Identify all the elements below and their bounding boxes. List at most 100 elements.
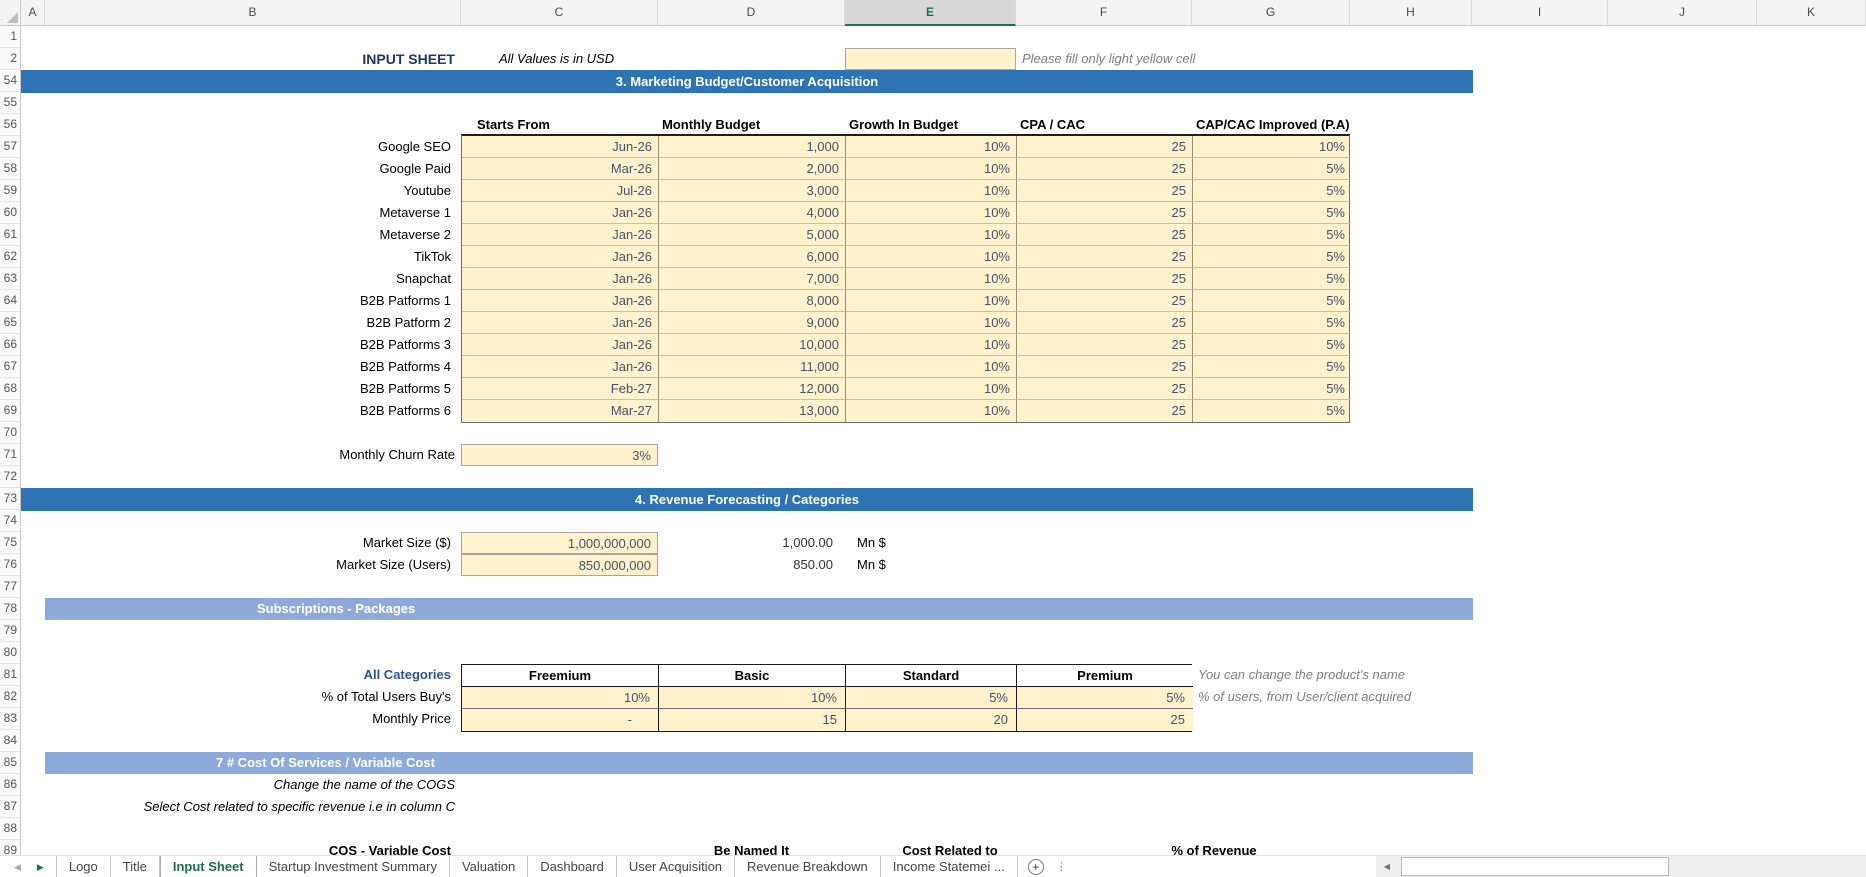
sheet-tab-income-statemei[interactable]: Income Statemei ... [881, 856, 1018, 877]
input-cell-monthly_budget[interactable]: 12,000 [659, 378, 846, 400]
row-header-61[interactable]: 61 [0, 224, 21, 246]
input-cell-growth[interactable]: 10% [846, 180, 1017, 202]
row-header-89[interactable]: 89 [0, 840, 21, 855]
input-cell-cac_improved[interactable]: 5% [1193, 202, 1351, 224]
sheet-tab-title[interactable]: Title [111, 856, 160, 877]
scroll-left-icon[interactable]: ◀ [1380, 856, 1394, 877]
column-header-H[interactable]: H [1350, 0, 1472, 26]
input-cell-growth[interactable]: 10% [846, 202, 1017, 224]
input-cell-cpa_cac[interactable]: 25 [1017, 312, 1193, 334]
column-header-F[interactable]: F [1016, 0, 1192, 26]
row-header-55[interactable]: 55 [0, 92, 21, 114]
input-cell-starts_from[interactable]: Jan-26 [462, 356, 659, 378]
input-cell-monthly_budget[interactable]: 9,000 [659, 312, 846, 334]
input-cell-starts_from[interactable]: Jul-26 [462, 180, 659, 202]
row-header-1[interactable]: 1 [0, 26, 21, 48]
input-cell-monthly_budget[interactable]: 3,000 [659, 180, 846, 202]
input-cell-starts_from[interactable]: Feb-27 [462, 378, 659, 400]
row-header-75[interactable]: 75 [0, 532, 21, 554]
package-col-header[interactable]: Premium [1017, 665, 1193, 687]
input-cell-cpa_cac[interactable]: 25 [1017, 180, 1193, 202]
row-header-68[interactable]: 68 [0, 378, 21, 400]
row-header-80[interactable]: 80 [0, 642, 21, 664]
input-cell-growth[interactable]: 10% [846, 312, 1017, 334]
input-cell-cpa_cac[interactable]: 25 [1017, 334, 1193, 356]
package-input-cell[interactable]: 20 [846, 709, 1017, 731]
input-cell-growth[interactable]: 10% [846, 158, 1017, 180]
row-header-69[interactable]: 69 [0, 400, 21, 422]
row-header-59[interactable]: 59 [0, 180, 21, 202]
input-cell-monthly_budget[interactable]: 4,000 [659, 202, 846, 224]
input-cell-cpa_cac[interactable]: 25 [1017, 356, 1193, 378]
row-header-70[interactable]: 70 [0, 422, 21, 444]
sheet-tab-user-acquisition[interactable]: User Acquisition [617, 856, 736, 877]
row-header-64[interactable]: 64 [0, 290, 21, 312]
package-input-cell[interactable]: 10% [462, 687, 659, 709]
row-header-57[interactable]: 57 [0, 136, 21, 158]
input-cell-growth[interactable]: 10% [846, 400, 1017, 422]
input-cell-cac_improved[interactable]: 5% [1193, 180, 1351, 202]
input-cell-cac_improved[interactable]: 5% [1193, 356, 1351, 378]
input-cell-monthly_budget[interactable]: 7,000 [659, 268, 846, 290]
input-cell-cac_improved[interactable]: 5% [1193, 334, 1351, 356]
input-cell-cpa_cac[interactable]: 25 [1017, 158, 1193, 180]
row-header-84[interactable]: 84 [0, 730, 21, 752]
input-cell-starts_from[interactable]: Jan-26 [462, 202, 659, 224]
row-header-83[interactable]: 83 [0, 708, 21, 730]
row-header-78[interactable]: 78 [0, 598, 21, 620]
input-cell-cac_improved[interactable]: 5% [1193, 224, 1351, 246]
input-cell-cpa_cac[interactable]: 25 [1017, 400, 1193, 422]
input-cell-growth[interactable]: 10% [846, 334, 1017, 356]
row-header-81[interactable]: 81 [0, 664, 21, 686]
row-header-67[interactable]: 67 [0, 356, 21, 378]
usd-input-cell[interactable] [845, 48, 1016, 70]
input-cell-growth[interactable]: 10% [846, 136, 1017, 158]
input-cell-monthly_budget[interactable]: 13,000 [659, 400, 846, 422]
row-header-54[interactable]: 54 [0, 70, 21, 92]
input-cell-growth[interactable]: 10% [846, 246, 1017, 268]
row-header-87[interactable]: 87 [0, 796, 21, 818]
column-header-E[interactable]: E [845, 0, 1016, 26]
input-cell-cac_improved[interactable]: 5% [1193, 400, 1351, 422]
input-cell-growth[interactable]: 10% [846, 224, 1017, 246]
row-header-82[interactable]: 82 [0, 686, 21, 708]
row-header-77[interactable]: 77 [0, 576, 21, 598]
row-header-74[interactable]: 74 [0, 510, 21, 532]
input-cell-monthly_budget[interactable]: 10,000 [659, 334, 846, 356]
select-all-corner[interactable] [0, 0, 21, 26]
row-header-63[interactable]: 63 [0, 268, 21, 290]
input-cell-monthly_budget[interactable]: 8,000 [659, 290, 846, 312]
row-header-62[interactable]: 62 [0, 246, 21, 268]
row-header-86[interactable]: 86 [0, 774, 21, 796]
column-header-B[interactable]: B [45, 0, 461, 26]
input-cell-cpa_cac[interactable]: 25 [1017, 224, 1193, 246]
row-header-79[interactable]: 79 [0, 620, 21, 642]
row-header-85[interactable]: 85 [0, 752, 21, 774]
input-cell-growth[interactable]: 10% [846, 356, 1017, 378]
row-header-88[interactable]: 88 [0, 818, 21, 840]
input-cell-cpa_cac[interactable]: 25 [1017, 290, 1193, 312]
input-cell-starts_from[interactable]: Jan-26 [462, 268, 659, 290]
input-cell-monthly_budget[interactable]: 6,000 [659, 246, 846, 268]
row-header-65[interactable]: 65 [0, 312, 21, 334]
tabs-scroll-right-icon[interactable]: ▶ [37, 856, 44, 877]
column-header-D[interactable]: D [658, 0, 845, 26]
sheet-tab-dashboard[interactable]: Dashboard [528, 856, 617, 877]
sheet-tab-revenue-breakdown[interactable]: Revenue Breakdown [735, 856, 881, 877]
input-cell-starts_from[interactable]: Jan-26 [462, 312, 659, 334]
input-cell-cpa_cac[interactable]: 25 [1017, 378, 1193, 400]
package-input-cell[interactable]: - [462, 709, 659, 731]
package-input-cell[interactable]: 15 [659, 709, 846, 731]
input-cell-starts_from[interactable]: Jan-26 [462, 224, 659, 246]
package-input-cell[interactable]: 5% [1017, 687, 1193, 709]
row-header-56[interactable]: 56 [0, 114, 21, 136]
input-cell-cac_improved[interactable]: 10% [1193, 136, 1351, 158]
input-cell-monthly_budget[interactable]: 11,000 [659, 356, 846, 378]
input-cell-monthly_budget[interactable]: 1,000 [659, 136, 846, 158]
row-header-2[interactable]: 2 [0, 48, 21, 70]
horizontal-scrollbar[interactable]: ◀ [1376, 856, 1866, 877]
input-cell-monthly_budget[interactable]: 5,000 [659, 224, 846, 246]
input-cell-cpa_cac[interactable]: 25 [1017, 136, 1193, 158]
tab-options-icon[interactable]: ⋮ [1056, 856, 1067, 877]
input-cell-starts_from[interactable]: Mar-26 [462, 158, 659, 180]
